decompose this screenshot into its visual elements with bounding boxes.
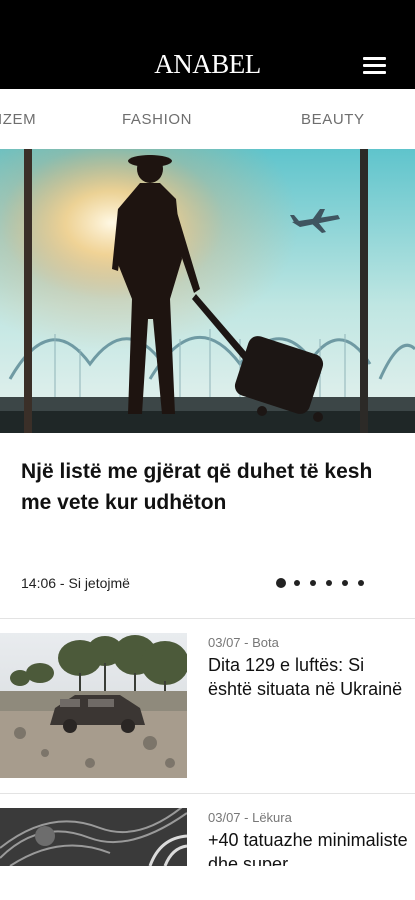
article-meta: 03/07 - Bota	[208, 635, 279, 650]
anabel-logo[interactable]: ANABEL	[0, 51, 415, 78]
traveler-airport-illustration	[0, 149, 415, 433]
carousel-dot[interactable]	[342, 580, 348, 586]
carousel-dot-active[interactable]	[276, 578, 286, 588]
article-thumbnail[interactable]	[0, 633, 187, 778]
article-thumbnail[interactable]	[0, 808, 187, 866]
article-title[interactable]: Dita 129 e luftës: Si është situata në U…	[208, 653, 408, 701]
section-divider	[0, 793, 415, 794]
carousel-dot[interactable]	[310, 580, 316, 586]
carousel-dot[interactable]	[358, 580, 364, 586]
hero-headline[interactable]: Një listë me gjërat që duhet të kesh me …	[21, 456, 401, 518]
tab-fashion[interactable]: FASHION	[122, 111, 192, 128]
bottom-fade	[0, 866, 415, 900]
tattoo-photo	[0, 808, 187, 866]
tab-izem[interactable]: IZEM	[0, 111, 36, 128]
section-divider	[0, 618, 415, 619]
article-meta: 03/07 - Lëkura	[208, 810, 292, 825]
category-tabs: IZEM FASHION BEAUTY	[0, 89, 415, 149]
hero-image[interactable]	[0, 149, 415, 433]
ukraine-war-photo	[0, 633, 187, 778]
article-card[interactable]: 03/07 - Bota Dita 129 e luftës: Si është…	[0, 633, 415, 778]
app-header: ANABEL	[0, 0, 415, 89]
hero-meta: 14:06 - Si jetojmë	[21, 575, 130, 591]
tab-beauty[interactable]: BEAUTY	[301, 111, 365, 128]
hamburger-menu-icon[interactable]	[363, 57, 389, 75]
carousel-dot[interactable]	[326, 580, 332, 586]
carousel-dot[interactable]	[294, 580, 300, 586]
